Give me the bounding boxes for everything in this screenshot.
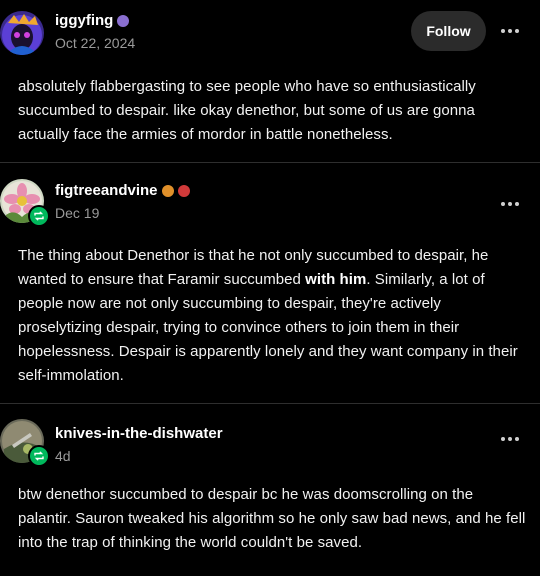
user-badge-icon xyxy=(117,15,130,27)
user-badge-icon xyxy=(177,185,190,197)
post-knives-in-the-dishwater: knives-in-the-dishwater 4d btw denethor … xyxy=(0,403,540,576)
post-body: The thing about Denethor is that he not … xyxy=(18,247,518,384)
more-options-icon[interactable] xyxy=(498,194,522,214)
post-date[interactable]: Oct 22, 2024 xyxy=(55,35,135,52)
post-figtreeandvine: figtreeandvine Dec 19 The thing about De… xyxy=(0,162,540,403)
post-iggyfing: iggyfing Oct 22, 2024 Follow absolutely … xyxy=(0,0,540,162)
post-body: absolutely flabbergasting to see people … xyxy=(18,78,476,143)
username[interactable]: knives-in-the-dishwater xyxy=(55,425,223,443)
user-badge-icon xyxy=(161,185,174,197)
more-options-icon[interactable] xyxy=(498,21,522,41)
follow-button[interactable]: Follow xyxy=(411,11,486,51)
post-author-block: iggyfing Oct 22, 2024 xyxy=(55,12,135,52)
post-feed: iggyfing Oct 22, 2024 Follow absolutely … xyxy=(0,0,540,576)
avatar-figtreeandvine[interactable] xyxy=(0,179,50,227)
avatar-iggyfing[interactable] xyxy=(0,11,44,55)
post-body: btw denethor succumbed to despair bc he … xyxy=(18,486,526,551)
bold-text: with him xyxy=(305,271,367,288)
post-author-block: knives-in-the-dishwater 4d xyxy=(55,425,223,465)
post-author-block: figtreeandvine Dec 19 xyxy=(55,182,190,222)
username[interactable]: figtreeandvine xyxy=(55,182,158,200)
username[interactable]: iggyfing xyxy=(55,12,113,30)
post-date[interactable]: Dec 19 xyxy=(55,205,190,222)
reblog-icon xyxy=(28,205,50,227)
reblog-icon xyxy=(28,445,50,467)
post-date[interactable]: 4d xyxy=(55,448,223,465)
more-options-icon[interactable] xyxy=(498,429,522,449)
avatar-knives-in-the-dishwater[interactable] xyxy=(0,419,50,467)
